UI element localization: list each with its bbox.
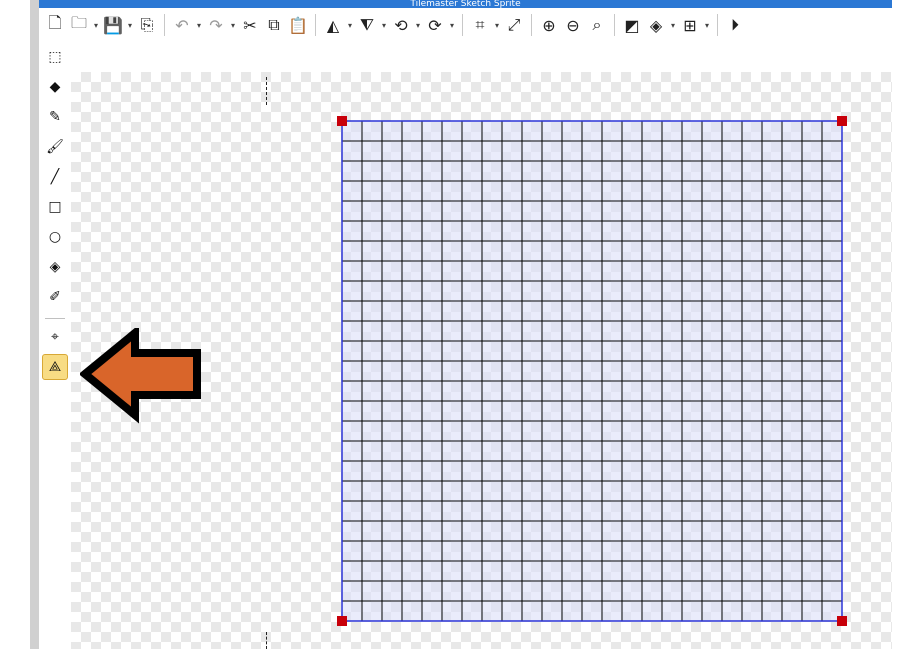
resize-handle xyxy=(337,116,347,126)
open-folder-icon[interactable]: 🗀 xyxy=(67,10,91,40)
polygon-node-icon[interactable]: ⟁ xyxy=(42,354,68,380)
chevron-down-icon[interactable]: ▾ xyxy=(345,21,355,30)
redo-icon[interactable]: ↷ xyxy=(204,10,228,40)
color-swap-icon[interactable]: ◩ xyxy=(620,10,644,40)
chevron-down-icon[interactable]: ▾ xyxy=(228,21,238,30)
grid-icon[interactable]: ⊞ xyxy=(678,10,702,40)
right-edge xyxy=(892,0,917,649)
ellipse-icon[interactable]: ○ xyxy=(42,224,68,250)
arrow-pointer-shape xyxy=(80,328,201,424)
eraser-icon[interactable]: ◆ xyxy=(42,74,68,100)
undo-icon[interactable]: ↶ xyxy=(170,10,194,40)
window-title-bar: Tilemaster Sketch Sprite xyxy=(39,0,892,8)
zoom-out-icon[interactable]: ⊖ xyxy=(561,10,585,40)
layers-icon[interactable]: ◈ xyxy=(644,10,668,40)
play-icon[interactable]: ⏵ xyxy=(723,10,747,40)
pencil-icon[interactable]: ✎ xyxy=(42,104,68,130)
chevron-down-icon[interactable]: ▾ xyxy=(91,21,101,30)
fill-bucket-icon[interactable]: ◈ xyxy=(42,254,68,280)
flip-vertical-icon[interactable]: ⧨ xyxy=(355,10,379,40)
toolbar-separator xyxy=(315,14,316,36)
cut-icon[interactable]: ✂ xyxy=(238,10,262,40)
toolbar-separator xyxy=(717,14,718,36)
resize-handle xyxy=(337,616,347,626)
resize-handle xyxy=(837,116,847,126)
resize-icon[interactable]: ⤢ xyxy=(502,10,526,40)
eyedropper-icon[interactable]: ✐ xyxy=(42,284,68,310)
zoom-in-icon[interactable]: ⊕ xyxy=(537,10,561,40)
chevron-down-icon[interactable]: ▾ xyxy=(413,21,423,30)
resize-handle xyxy=(837,616,847,626)
grid-fill xyxy=(342,121,842,621)
chevron-down-icon[interactable]: ▾ xyxy=(668,21,678,30)
rotate-right-icon[interactable]: ⟳ xyxy=(423,10,447,40)
chevron-down-icon[interactable]: ▾ xyxy=(447,21,457,30)
left-panel-border xyxy=(30,0,39,649)
annotation-arrow xyxy=(80,328,201,424)
tool-separator xyxy=(45,318,65,319)
selection-toolbar-row: ⬚ xyxy=(39,42,892,72)
new-file-icon[interactable]: 🗋 xyxy=(43,10,67,40)
left-gutter xyxy=(0,0,30,649)
chevron-down-icon[interactable]: ▾ xyxy=(194,21,204,30)
rectangle-select-icon[interactable]: ⬚ xyxy=(42,44,68,70)
rotate-left-icon[interactable]: ⟲ xyxy=(389,10,413,40)
chevron-down-icon[interactable]: ▾ xyxy=(379,21,389,30)
window-title: Tilemaster Sketch Sprite xyxy=(410,0,521,8)
toolbar-separator xyxy=(462,14,463,36)
main-toolbar: 🗋 🗀 ▾ 💾 ▾ ⎘ ↶ ▾ ↷ ▾ ✂ ⧉ 📋 ◭ ▾ ⧨ ▾ ⟲ ▾ ⟳ ▾ ⌗ ▾ ⤢ ⊕ ⊖ ⌕ ◩ ◈ ▾ ⊞ ▾ ⏵ xyxy=(39,8,892,42)
zoom-actual-icon[interactable]: ⌕ xyxy=(585,10,609,40)
copy-icon[interactable]: ⧉ xyxy=(262,10,286,40)
rectangle-icon[interactable]: □ xyxy=(42,194,68,220)
chevron-down-icon[interactable]: ▾ xyxy=(702,21,712,30)
save-icon[interactable]: 💾 xyxy=(101,10,125,40)
flip-horizontal-icon[interactable]: ◭ xyxy=(321,10,345,40)
export-icon[interactable]: ⎘ xyxy=(135,10,159,40)
chevron-down-icon[interactable]: ▾ xyxy=(492,21,502,30)
toolbar-separator xyxy=(614,14,615,36)
crop-icon[interactable]: ⌗ xyxy=(468,10,492,40)
toolbar-separator xyxy=(531,14,532,36)
line-icon[interactable]: ╱ xyxy=(42,164,68,190)
paste-icon[interactable]: 📋 xyxy=(286,10,310,40)
chevron-down-icon[interactable]: ▾ xyxy=(125,21,135,30)
brush-icon[interactable]: 🖌 xyxy=(42,134,68,160)
point-tool-icon[interactable]: ⌖ xyxy=(42,324,68,350)
toolbar-separator xyxy=(164,14,165,36)
tool-palette: ◆ ✎ 🖌 ╱ □ ○ ◈ ✐ ⌖ ⟁ xyxy=(39,72,71,649)
